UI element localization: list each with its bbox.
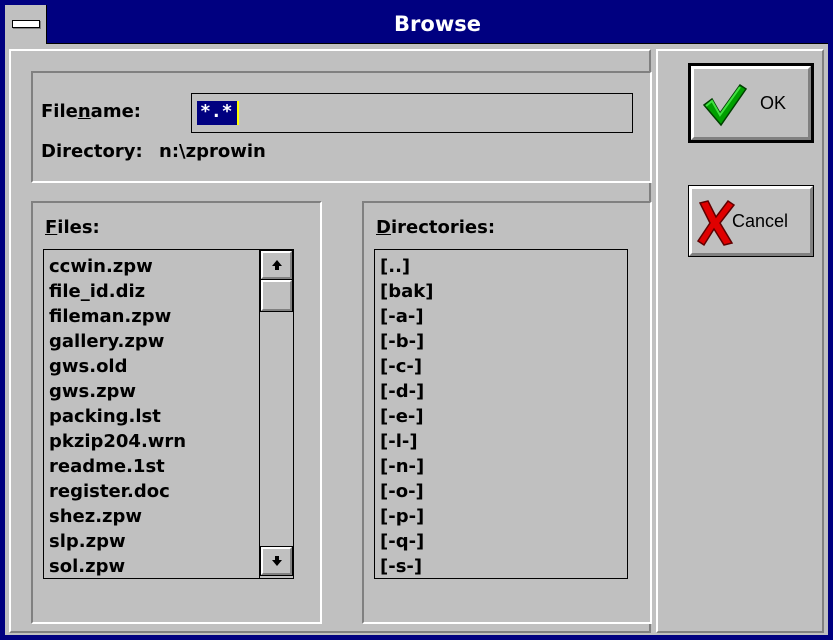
down-arrow-icon (271, 556, 282, 566)
filename-selected-text: *.* (197, 101, 237, 125)
file-list-item[interactable]: gws.old (49, 354, 128, 379)
file-list-item[interactable]: slp.zpw (49, 529, 126, 554)
filename-label: Filename: (41, 101, 141, 122)
directory-list-item[interactable]: [-q-] (380, 529, 424, 554)
directory-list-item[interactable]: [-o-] (380, 479, 424, 504)
ok-label: OK (760, 93, 787, 113)
main-pane: Filename: *.* Directory: n:\zprowin File… (9, 49, 652, 633)
directories-label: Directories: (376, 217, 496, 238)
scroll-up-button[interactable] (260, 250, 293, 280)
browse-dialog: Browse Filename: *.* Directory: n:\zprow… (0, 0, 833, 640)
directory-list-item[interactable]: [-d-] (380, 379, 424, 404)
directory-list-item[interactable]: [-c-] (380, 354, 422, 379)
file-list-item[interactable]: gallery.zpw (49, 329, 164, 354)
directories-listbox[interactable]: [..] [bak] [-a-] [-b-] [-c-] [-d-] [-e-] [-l-][… (374, 249, 628, 579)
files-listbox[interactable]: ccwin.zpw file_id.diz fileman.zpw gallery.z… (43, 249, 294, 579)
file-list-item[interactable]: pkzip204.wrn (49, 429, 186, 454)
window-title: Browse (394, 12, 481, 36)
directory-list-item[interactable]: [bak] (380, 279, 433, 304)
directories-group: Directories: [..] [bak] [-a-] [-b-] [-c-] [-d… (362, 201, 652, 624)
directory-list-item[interactable]: [-l-] (380, 429, 418, 454)
file-list-item[interactable]: readme.1st (49, 454, 165, 479)
red-x-icon (696, 199, 736, 247)
dialog-body: Filename: *.* Directory: n:\zprowin File… (5, 45, 828, 635)
directory-list-item[interactable]: [-p-] (380, 504, 424, 529)
directory-list-item[interactable]: [-e-] (380, 404, 424, 429)
directory-list-item[interactable]: [-n-] (380, 454, 424, 479)
directory-list-item[interactable]: [-a-] (380, 304, 424, 329)
directory-list-item[interactable]: [-s-] (380, 554, 422, 578)
filename-group: Filename: *.* Directory: n:\zprowin (31, 71, 652, 183)
title-bar: Browse (5, 5, 828, 44)
buttons-pane: OK Cancel (656, 49, 824, 633)
directory-list-item[interactable]: [-b-] (380, 329, 424, 354)
file-list-item[interactable]: file_id.diz (49, 279, 145, 304)
directory-list-item[interactable]: [..] (380, 254, 410, 279)
ok-button[interactable]: OK (688, 63, 814, 143)
filename-input[interactable]: *.* (191, 93, 633, 133)
file-list-item[interactable]: ccwin.zpw (49, 254, 153, 279)
directory-label: Directory: (41, 141, 143, 162)
file-list-item[interactable]: sol.zpw (49, 554, 125, 578)
file-list-item[interactable]: register.doc (49, 479, 170, 504)
cancel-button[interactable]: Cancel (688, 185, 814, 257)
file-list-item[interactable]: gws.zpw (49, 379, 136, 404)
scroll-down-button[interactable] (260, 546, 293, 576)
files-label: Files: (45, 217, 100, 238)
file-list-item[interactable]: fileman.zpw (49, 304, 171, 329)
up-arrow-icon (271, 260, 282, 270)
files-group: Files: ccwin.zpw file_id.diz fileman.zpw ga… (31, 201, 322, 624)
text-caret (237, 101, 239, 125)
directory-value: n:\zprowin (159, 141, 266, 162)
scroll-thumb[interactable] (260, 279, 293, 312)
green-checkmark-icon (702, 83, 748, 127)
file-list-item[interactable]: packing.lst (49, 404, 161, 429)
file-list-item[interactable]: shez.zpw (49, 504, 142, 529)
system-menu-icon[interactable] (5, 5, 47, 44)
cancel-label: Cancel (732, 211, 789, 231)
files-scrollbar[interactable] (259, 250, 293, 578)
